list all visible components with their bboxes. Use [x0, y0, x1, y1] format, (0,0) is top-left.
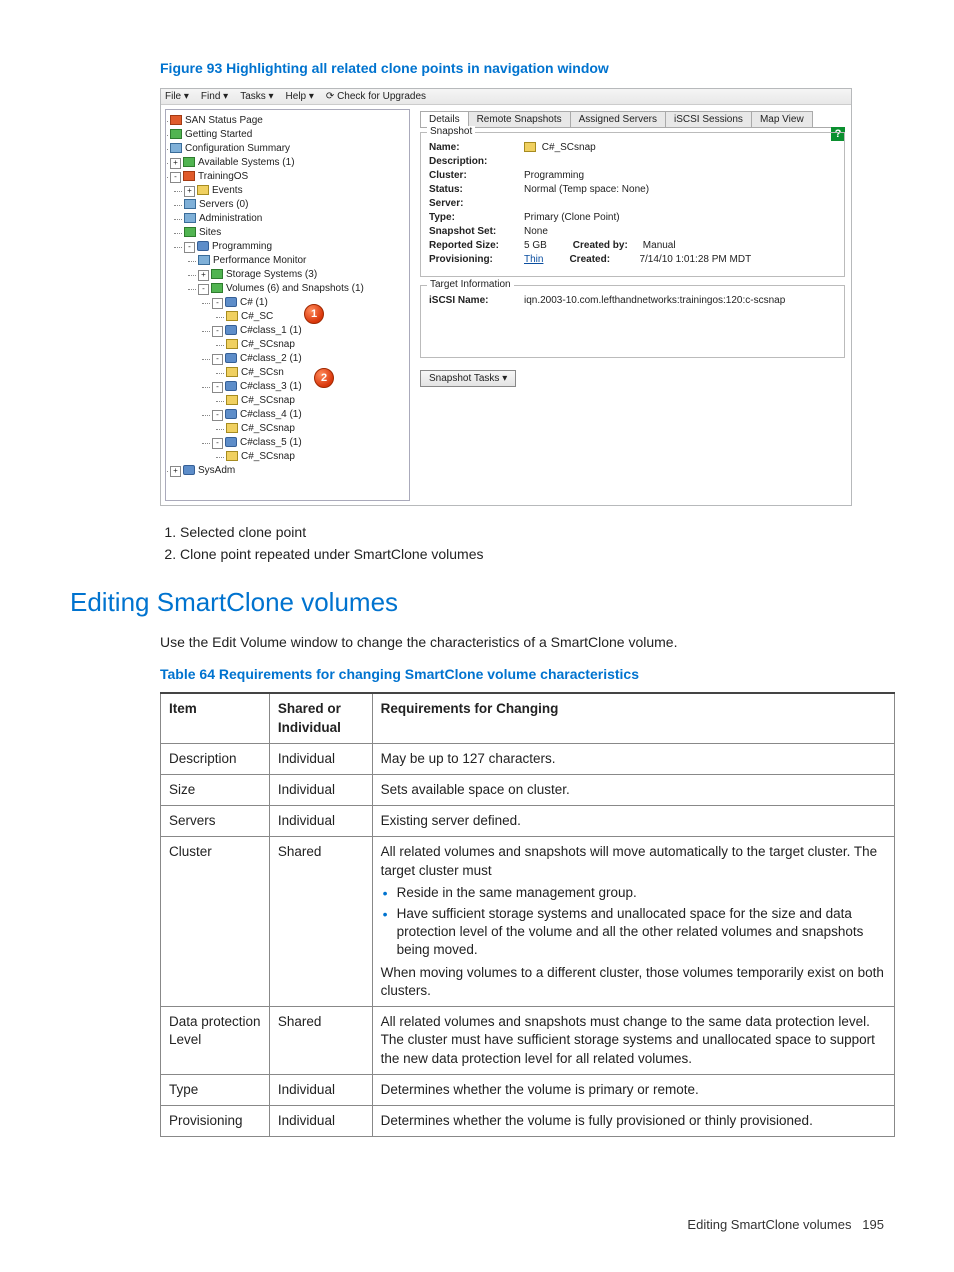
figure-caption: Figure 93 Highlighting all related clone…	[160, 60, 884, 76]
figure-notes: Selected clone point Clone point repeate…	[160, 524, 884, 562]
tree-item[interactable]: Sites	[184, 226, 405, 240]
nav-tree: SAN Status Page Getting Started Configur…	[165, 109, 410, 501]
app-menubar: File ▾ Find ▾ Tasks ▾ Help ▾ ⟳ Check for…	[161, 89, 851, 105]
tree-item[interactable]: SAN Status Page	[170, 114, 405, 128]
provisioning-link[interactable]: Thin	[524, 254, 543, 265]
tab-iscsi-sessions[interactable]: iSCSI Sessions	[665, 111, 752, 127]
menu-help[interactable]: Help ▾	[286, 91, 314, 102]
requirements-table: Item Shared or Individual Requirements f…	[160, 692, 895, 1137]
tree-item[interactable]: -C#class_2 (1) C#_SCsn	[212, 352, 405, 380]
tree-item[interactable]: -Programming Performance Monitor +Storag…	[184, 240, 405, 464]
menu-check-upgrades[interactable]: ⟳ Check for Upgrades	[326, 91, 426, 102]
detail-pane: Details Remote Snapshots Assigned Server…	[414, 105, 851, 505]
table-row: Description Individual May be up to 127 …	[161, 743, 895, 774]
tree-item[interactable]: Servers (0)	[184, 198, 405, 212]
table-caption: Table 64 Requirements for changing Smart…	[160, 666, 884, 682]
section-heading: Editing SmartClone volumes	[70, 587, 884, 618]
tree-item[interactable]: +SysAdm	[170, 464, 405, 478]
tree-item[interactable]: Getting Started	[170, 128, 405, 142]
tree-item[interactable]: +Storage Systems (3)	[198, 268, 405, 282]
target-fieldset: Target Information iSCSI Name:iqn.2003-1…	[420, 285, 845, 358]
tab-remote-snapshots[interactable]: Remote Snapshots	[468, 111, 571, 127]
figure-note-2: Clone point repeated under SmartClone vo…	[180, 546, 884, 562]
tree-item[interactable]: C#_SCsnap	[226, 450, 405, 464]
tree-item[interactable]: Configuration Summary	[170, 142, 405, 156]
tree-item[interactable]: +Available Systems (1)	[170, 156, 405, 170]
callout-2: 2	[314, 368, 334, 388]
tree-item[interactable]: -C#class_4 (1) C#_SCsnap	[212, 408, 405, 436]
figure-note-1: Selected clone point	[180, 524, 884, 540]
col-item: Item	[161, 693, 270, 743]
tree-item[interactable]: -C#class_3 (1) C#_SCsnap	[212, 380, 405, 408]
menu-find[interactable]: Find ▾	[201, 91, 228, 102]
tab-details[interactable]: Details	[420, 111, 469, 127]
tree-item[interactable]: -C#class_1 (1) C#_SCsnap	[212, 324, 405, 352]
tab-assigned-servers[interactable]: Assigned Servers	[570, 111, 666, 127]
table-row: Data protection Level Shared All related…	[161, 1007, 895, 1075]
table-row: Servers Individual Existing server defin…	[161, 806, 895, 837]
detail-tabs: Details Remote Snapshots Assigned Server…	[420, 111, 845, 128]
col-shared: Shared or Individual	[269, 693, 372, 743]
screenshot: File ▾ Find ▾ Tasks ▾ Help ▾ ⟳ Check for…	[160, 88, 852, 506]
tree-item[interactable]: -TrainingOS +Events Servers (0) Administ…	[170, 170, 405, 464]
tree-item[interactable]: Performance Monitor	[198, 254, 405, 268]
tree-item[interactable]: C#_SCsnap	[226, 394, 405, 408]
menu-tasks[interactable]: Tasks ▾	[240, 91, 273, 102]
menu-file[interactable]: File ▾	[165, 91, 189, 102]
table-row: Provisioning Individual Determines wheth…	[161, 1106, 895, 1137]
tree-item[interactable]: -C#class_5 (1) C#_SCsnap	[212, 436, 405, 464]
table-row: Size Individual Sets available space on …	[161, 774, 895, 805]
tree-item[interactable]: +Events	[184, 184, 405, 198]
table-row: Cluster Shared All related volumes and s…	[161, 837, 895, 1007]
callout-1: 1	[304, 304, 324, 324]
snapshot-fieldset: Snapshot Name: C#_SCsnap Description: Cl…	[420, 132, 845, 277]
tree-item[interactable]: C#_SCsnap	[226, 338, 405, 352]
tab-map-view[interactable]: Map View	[751, 111, 813, 127]
snapshot-tasks-button[interactable]: Snapshot Tasks ▾	[420, 370, 516, 387]
tree-item[interactable]: C#_SCsnap	[226, 422, 405, 436]
tree-item[interactable]: Administration	[184, 212, 405, 226]
tree-item[interactable]: -Volumes (6) and Snapshots (1) -C# (1) C…	[198, 282, 405, 464]
snapshot-legend: Snapshot	[427, 126, 475, 137]
page-footer: Editing SmartClone volumes 195	[70, 1217, 884, 1232]
section-intro: Use the Edit Volume window to change the…	[160, 632, 884, 652]
target-legend: Target Information	[427, 279, 514, 290]
col-req: Requirements for Changing	[372, 693, 894, 743]
table-row: Type Individual Determines whether the v…	[161, 1074, 895, 1105]
